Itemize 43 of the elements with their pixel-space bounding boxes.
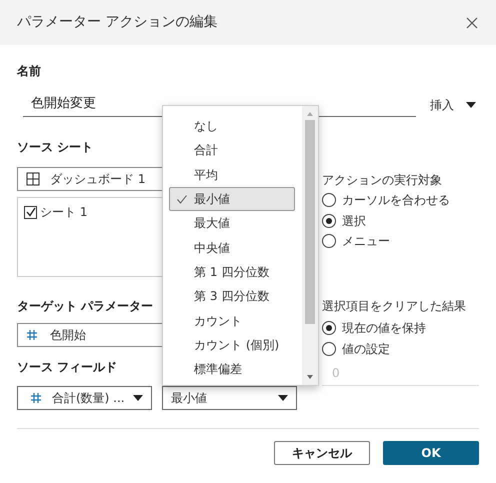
check-icon xyxy=(177,194,187,204)
caret-icon xyxy=(466,102,476,108)
radio-button[interactable] xyxy=(322,342,336,356)
caret-icon xyxy=(133,395,143,401)
hash-icon xyxy=(30,392,42,404)
menu-item[interactable]: 第 3 四分位数 xyxy=(169,284,295,308)
checkbox-label[interactable]: シート 1 xyxy=(40,203,88,221)
caret-icon xyxy=(278,395,288,401)
radio-button[interactable] xyxy=(322,321,336,336)
field-label: 名前 xyxy=(17,63,41,79)
cancel-button[interactable]: キャンセル xyxy=(274,441,370,465)
menu-item[interactable]: 標準偏差 xyxy=(169,356,295,382)
close-button[interactable] xyxy=(465,16,479,30)
menu-item[interactable]: 合計 xyxy=(169,138,295,163)
field-label: ソース シート xyxy=(17,139,94,155)
radio-label[interactable]: 値の設定 xyxy=(342,340,390,358)
menu-item[interactable]: なし xyxy=(169,114,295,138)
radio-label[interactable]: カーソルを合わせる xyxy=(342,191,450,210)
checkbox[interactable] xyxy=(24,206,37,218)
ok-button[interactable]: OK xyxy=(383,441,479,465)
radio-label[interactable]: 選択 xyxy=(342,212,366,230)
check-icon xyxy=(26,207,36,217)
section-label: 選択項目をクリアした結果 xyxy=(322,298,467,314)
radio-label[interactable]: メニュー xyxy=(342,232,390,250)
grid-icon xyxy=(26,172,40,186)
hash-icon xyxy=(26,329,38,341)
field-label: ソース フィールド xyxy=(17,359,118,375)
radio-button[interactable] xyxy=(322,234,336,248)
field-dropdown[interactable]: 合計(数量) ... xyxy=(17,386,152,410)
menu-item[interactable]: 第 1 四分位数 xyxy=(169,260,295,284)
menu-item[interactable]: 最小値 xyxy=(169,186,295,212)
scrollbar[interactable] xyxy=(302,106,318,385)
menu-item[interactable]: 中央値 xyxy=(169,235,295,260)
menu-item[interactable]: 最大値 xyxy=(169,211,295,236)
radio-button[interactable] xyxy=(322,214,336,228)
section-label: アクションの実行対象 xyxy=(322,172,443,188)
close-icon xyxy=(466,16,478,28)
dialog-title: パラメーター アクションの編集 xyxy=(17,13,218,32)
radio-button[interactable] xyxy=(322,193,336,208)
aggregation-dropdown[interactable]: 最小値 xyxy=(162,386,297,410)
insert-button[interactable]: 挿入 xyxy=(430,93,476,117)
radio-label[interactable]: 現在の値を保持 xyxy=(342,319,426,338)
field-label: ターゲット パラメーター xyxy=(17,298,154,314)
